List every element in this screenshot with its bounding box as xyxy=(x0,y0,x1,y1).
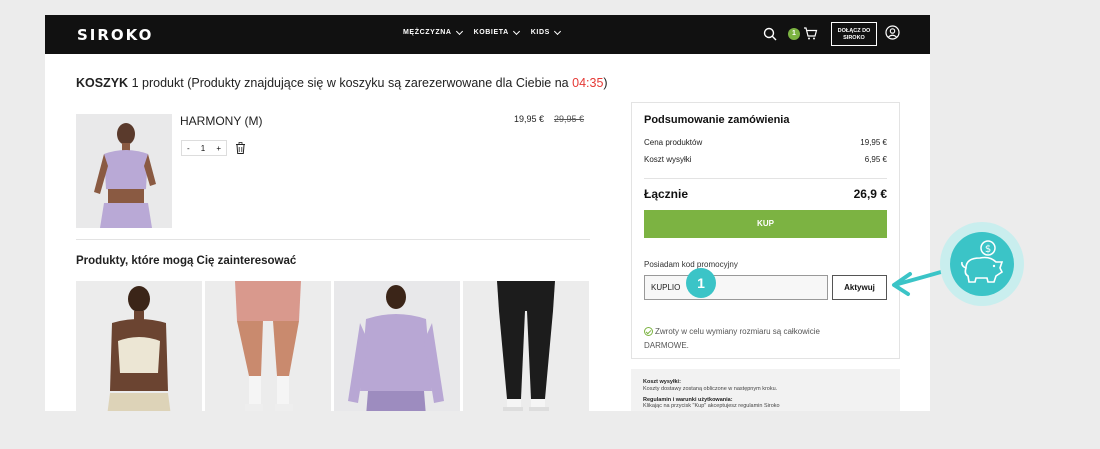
nav-item-label: MĘŻCZYZNA xyxy=(403,29,452,36)
products-price-value: 19,95 € xyxy=(860,138,887,147)
product-name[interactable]: HARMONY (M) xyxy=(180,114,262,128)
returns-text-free: DARMOWE. xyxy=(644,341,689,350)
product-image[interactable] xyxy=(76,114,172,228)
join-label: DOŁĄCZ DO xyxy=(837,28,871,34)
total-label: Łącznie xyxy=(644,187,689,201)
siroko-logo[interactable]: SIROKO xyxy=(77,26,153,44)
cart-count-badge: 1 xyxy=(788,28,800,40)
join-label: SIROKO xyxy=(843,35,865,41)
svg-text:$: $ xyxy=(985,244,991,255)
check-circle-icon xyxy=(644,327,653,337)
user-account-icon[interactable] xyxy=(885,25,900,40)
terms-title: Regulamin i warunki użytkowania: xyxy=(643,396,733,403)
cart-item-count: 1 produkt xyxy=(131,76,184,90)
step-number-badge: 1 xyxy=(686,268,716,298)
chevron-down-icon xyxy=(455,27,463,35)
product-price: 19,95 € xyxy=(514,114,545,124)
quantity-value: 1 xyxy=(200,143,206,153)
piggy-bank-icon: $ xyxy=(961,240,1004,283)
main-nav: MĘŻCZYZNA KOBIETA KIDS xyxy=(403,27,561,36)
recommended-product-card[interactable] xyxy=(463,281,589,411)
divider xyxy=(76,239,590,240)
shipping-cost-row: Koszt wysyłki 6,95 € xyxy=(644,155,887,164)
chevron-down-icon xyxy=(553,27,561,35)
nav-item-kids[interactable]: KIDS xyxy=(530,27,561,36)
total-value: 26,9 € xyxy=(853,187,887,201)
products-price-label: Cena produktów xyxy=(644,138,703,147)
nav-item-women[interactable]: KOBIETA xyxy=(473,27,520,36)
cart-title: KOSZYK 1 produkt (Produkty znajdujące si… xyxy=(76,76,608,90)
quantity-increase-button[interactable]: + xyxy=(216,144,221,153)
order-summary-title: Podsumowanie zamówienia xyxy=(644,114,790,126)
chevron-down-icon xyxy=(512,27,520,35)
shipping-info-text: Koszty dostawy zostaną obliczone w nastę… xyxy=(643,385,778,392)
reservation-timer: 04:35 xyxy=(572,76,604,90)
nav-item-label: KOBIETA xyxy=(473,29,509,36)
recommended-product-card[interactable] xyxy=(205,281,331,411)
divider xyxy=(644,178,887,179)
quantity-decrease-button[interactable]: - xyxy=(187,144,190,153)
recommended-product-card[interactable] xyxy=(76,281,202,411)
trash-icon[interactable] xyxy=(235,142,246,154)
search-icon[interactable] xyxy=(763,27,777,41)
join-siroko-button[interactable]: DOŁĄCZ DO SIROKO xyxy=(831,22,877,46)
returns-text: Zwroty w celu wymiany rozmiaru są całkow… xyxy=(655,327,820,336)
cart-title-close: ) xyxy=(603,76,608,90)
promo-code-label: Posiadam kod promocyjny xyxy=(644,260,738,269)
product-old-price: 29,95 € xyxy=(554,114,585,124)
nav-item-label: KIDS xyxy=(530,29,550,36)
shipping-cost-value: 6,95 € xyxy=(864,155,887,164)
checkout-info-box: Koszt wysyłki: Koszty dostawy zostaną ob… xyxy=(631,369,900,411)
terms-text: Klikając na przycisk "Kup" akceptujesz r… xyxy=(643,403,780,410)
promo-code-input[interactable]: KUPLIO xyxy=(644,275,828,300)
top-navigation-bar: SIROKO MĘŻCZYZNA KOBIETA KIDS 1 DOŁĄCZ D… xyxy=(45,15,930,54)
shipping-cost-label: Koszt wysyłki xyxy=(644,155,692,164)
buy-button[interactable]: KUP xyxy=(644,210,887,238)
page: SIROKO MĘŻCZYZNA KOBIETA KIDS 1 DOŁĄCZ D… xyxy=(45,15,930,411)
total-row: Łącznie 26,9 € xyxy=(644,187,887,201)
activate-promo-button[interactable]: Aktywuj xyxy=(832,275,887,300)
cart-reservation-note: (Produkty znajdujące się w koszyku są za… xyxy=(187,76,569,90)
cart-icon[interactable] xyxy=(803,26,818,41)
recommendations-title: Produkty, które mogą Cię zainteresować xyxy=(76,255,297,267)
shipping-info-title: Koszt wysyłki: xyxy=(643,379,681,385)
products-price-row: Cena produktów 19,95 € xyxy=(644,138,887,147)
quantity-stepper: - 1 + xyxy=(181,140,227,156)
cart-title-strong: KOSZYK xyxy=(76,76,129,90)
returns-note: Zwroty w celu wymiany rozmiaru są całkow… xyxy=(644,325,874,353)
order-summary: Podsumowanie zamówienia Cena produktów 1… xyxy=(631,102,900,359)
recommended-product-card[interactable] xyxy=(334,281,460,411)
nav-item-men[interactable]: MĘŻCZYZNA xyxy=(403,27,463,36)
